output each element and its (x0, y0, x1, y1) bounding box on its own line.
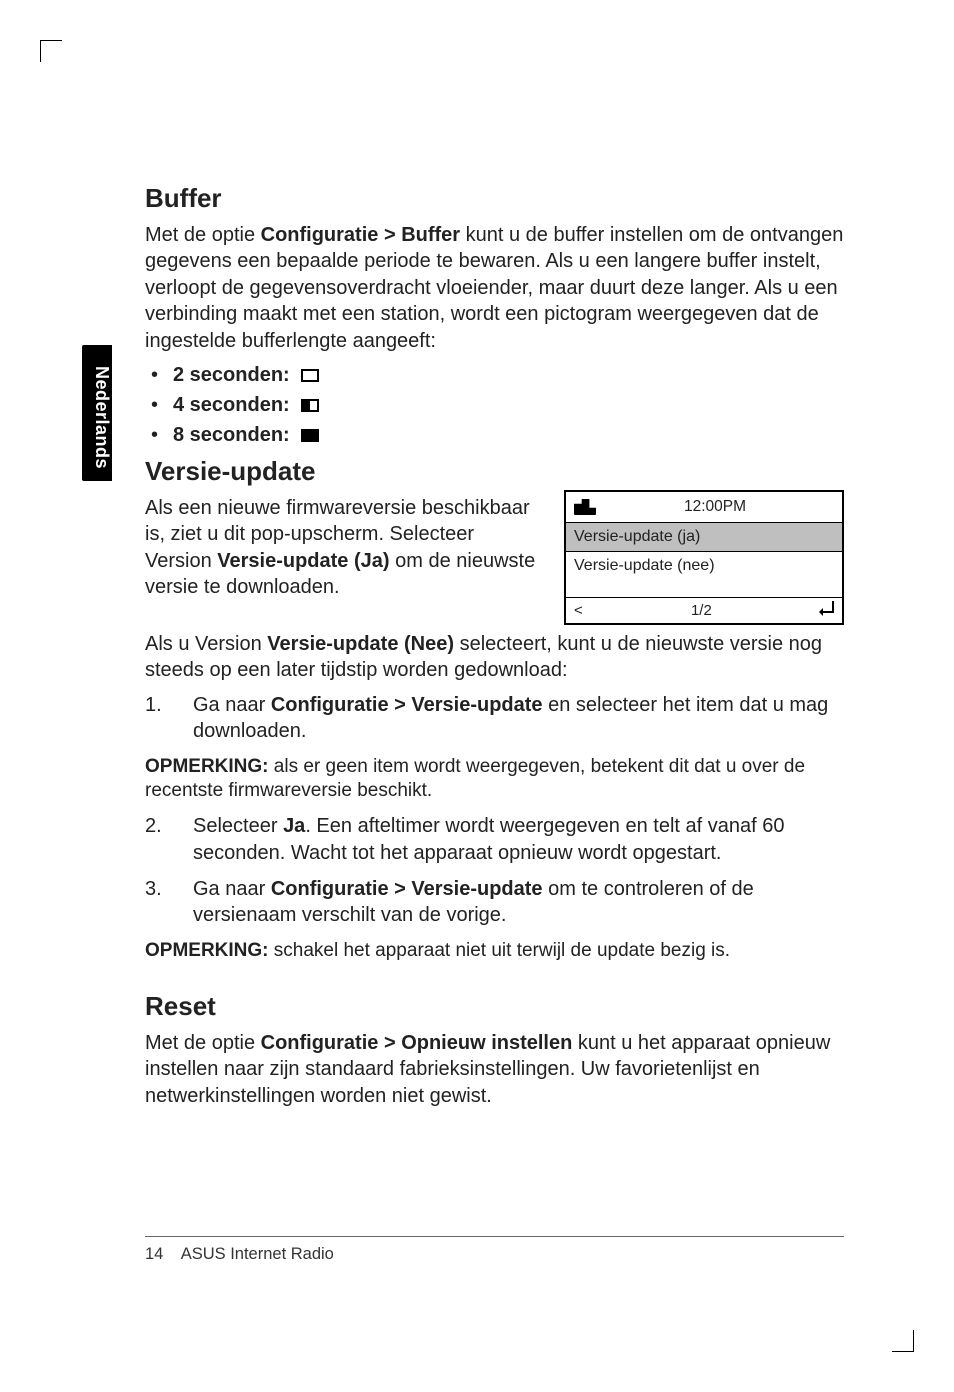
buffer-list: 2 seconden: 4 seconden: 8 seconden: (145, 360, 844, 450)
step-ja: Ja (283, 815, 305, 837)
reset-text: Met de optie Configuratie > Opnieuw inst… (145, 1030, 844, 1109)
screen-time: 12:00PM (596, 498, 834, 516)
page-number: 14 (145, 1245, 177, 1264)
page-content: Nederlands Buffer Met de optie Configura… (145, 155, 844, 1262)
buffer-item-2s: 2 seconden: (145, 360, 844, 390)
buffer-empty-icon (301, 369, 319, 382)
screen-statusbar: 12:00PM (566, 492, 842, 522)
network-icon (574, 499, 596, 515)
buffer-item-4s: 4 seconden: (145, 390, 844, 420)
language-tab: Nederlands (82, 345, 112, 481)
note-2: OPMERKING: schakel het apparaat niet uit… (145, 939, 844, 963)
text: Met de optie (145, 1032, 261, 1054)
screen-row-selected: Versie-update (ja) (566, 522, 842, 552)
text: Ga naar (193, 878, 271, 900)
version-steps-2: Selecteer Ja. Een afteltimer wordt weerg… (145, 813, 844, 929)
note-label: OPMERKING: (145, 756, 269, 777)
buffer-intro: Met de optie Configuratie > Buffer kunt … (145, 222, 844, 354)
buffer-label: 8 seconden: (173, 424, 290, 446)
screen-page: 1/2 (583, 602, 820, 619)
note-1: OPMERKING: als er geen item wordt weerge… (145, 755, 844, 804)
buffer-heading: Buffer (145, 183, 844, 214)
buffer-half-icon (301, 399, 319, 412)
note-label: OPMERKING: (145, 940, 269, 961)
screen-back: < (574, 602, 583, 619)
text: schakel het apparaat niet uit terwijl de… (269, 940, 731, 961)
version-nee-bold: Versie-update (Nee) (267, 633, 454, 655)
buffer-label: 4 seconden: (173, 394, 290, 416)
buffer-item-8s: 8 seconden: (145, 420, 844, 450)
reset-heading: Reset (145, 991, 844, 1022)
step-path: Configuratie > Versie-update (271, 694, 543, 716)
version-heading: Versie-update (145, 456, 544, 487)
version-intro: Als een nieuwe firmwareversie beschikbaa… (145, 495, 544, 601)
screen-footer: < 1/2 (566, 598, 842, 623)
version-ja-bold: Versie-update (Ja) (217, 550, 389, 572)
text: Selecteer (193, 815, 283, 837)
step-1: Ga naar Configuratie > Versie-update en … (145, 692, 844, 745)
footer-title: ASUS Internet Radio (181, 1245, 334, 1263)
reset-path: Configuratie > Opnieuw instellen (261, 1032, 573, 1054)
buffer-label: 2 seconden: (173, 364, 290, 386)
step-2: Selecteer Ja. Een afteltimer wordt weerg… (145, 813, 844, 866)
page-footer: 14 ASUS Internet Radio (145, 1236, 844, 1264)
version-steps-1: Ga naar Configuratie > Versie-update en … (145, 692, 844, 745)
crop-mark-br (892, 1330, 914, 1352)
step-path: Configuratie > Versie-update (271, 878, 543, 900)
buffer-path: Configuratie > Buffer (261, 224, 460, 246)
text: Met de optie (145, 224, 261, 246)
version-nee-text: Als u Version Versie-update (Nee) select… (145, 631, 844, 684)
buffer-full-icon (301, 429, 319, 442)
enter-icon (820, 602, 834, 619)
text: Als u Version (145, 633, 267, 655)
device-screen: 12:00PM Versie-update (ja) Versie-update… (564, 490, 844, 625)
crop-mark-tl (40, 40, 62, 62)
text: Ga naar (193, 694, 271, 716)
step-3: Ga naar Configuratie > Versie-update om … (145, 876, 844, 929)
screen-row: Versie-update (nee) (566, 552, 842, 598)
